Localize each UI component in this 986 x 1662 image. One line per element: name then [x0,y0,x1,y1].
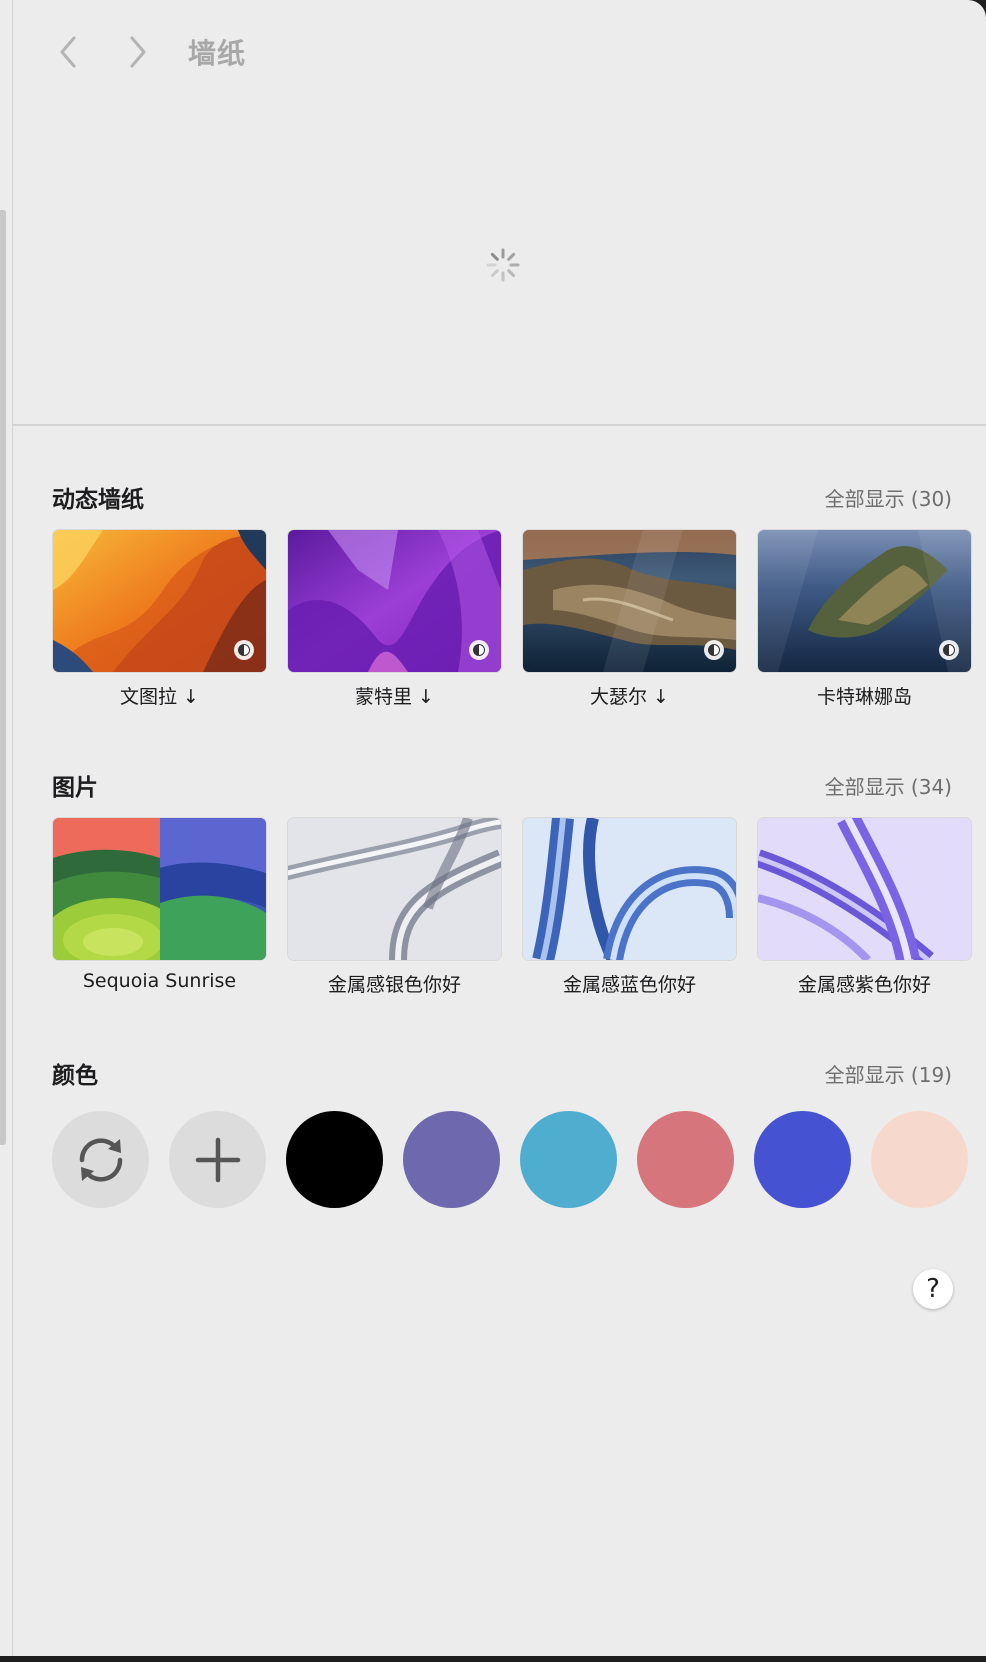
wallpaper-big-sur[interactable]: 大瑟尔 ↓ [523,530,736,709]
wallpaper-hello-silver[interactable]: 金属感银色你好 [288,818,501,997]
color-swatch-rose[interactable] [637,1111,734,1208]
wallpaper-thumbnail [288,818,501,960]
refresh-icon [79,1137,122,1182]
wallpaper-hello-purple[interactable]: 金属感紫色你好 [758,818,971,997]
loading-spinner-icon [486,248,520,282]
wallpaper-thumbnail [758,818,971,960]
wallpaper-label: 金属感蓝色你好 [562,974,696,996]
wallpaper-label: 金属感银色你好 [327,974,461,996]
download-icon[interactable]: ↓ [183,686,199,708]
dynamic-wallpapers-title: 动态墙纸 [52,487,144,513]
wallpaper-catalina[interactable]: 卡特琳娜岛 [758,530,971,709]
download-icon[interactable]: ↓ [653,686,669,708]
wallpaper-thumbnail [523,530,736,672]
colors-title: 颜色 [52,1063,98,1089]
plus-icon [195,1137,240,1182]
pictures-show-all-button[interactable]: 全部显示 (34) [825,771,952,800]
dynamic-show-all-button[interactable]: 全部显示 (30) [825,483,952,512]
wallpaper-hello-blue[interactable]: 金属感蓝色你好 [523,818,736,997]
wallpaper-thumbnail [53,818,266,960]
wallpaper-thumbnail [288,530,501,672]
wallpaper-thumbnail [53,530,266,672]
dynamic-indicator-icon [469,640,489,660]
add-color-button[interactable] [169,1111,266,1208]
back-button[interactable] [48,30,88,74]
color-swatch-black[interactable] [286,1111,383,1208]
dynamic-indicator-icon [704,640,724,660]
section-divider [13,424,986,426]
wallpaper-label: 大瑟尔 [590,686,648,708]
colors-show-all-button[interactable]: 全部显示 (19) [825,1059,952,1088]
auto-rotate-color-button[interactable] [52,1111,149,1208]
color-swatch-cyan[interactable] [520,1111,617,1208]
color-swatch-peach[interactable] [871,1111,968,1208]
wallpaper-label: 蒙特里 [355,686,413,708]
wallpaper-label: 文图拉 [120,686,178,708]
page-title: 墙纸 [188,37,247,70]
wallpaper-thumbnail [758,530,971,672]
dynamic-indicator-icon [234,640,254,660]
wallpaper-sequoia-sunrise[interactable]: Sequoia Sunrise [53,818,266,992]
wallpaper-label: Sequoia Sunrise [82,970,237,992]
color-swatch-purple[interactable] [403,1111,500,1208]
dynamic-indicator-icon [939,640,959,660]
wallpaper-label: 卡特琳娜岛 [816,686,912,708]
wallpaper-monterey[interactable]: 蒙特里 ↓ [288,530,501,709]
wallpaper-settings-window: 墙纸 动态墙纸 全部显示 (30) 文图拉 ↓ 蒙特里 ↓ 大瑟尔 ↓ 卡特琳娜… [0,0,986,1656]
color-swatch-blue[interactable] [754,1111,851,1208]
pictures-title: 图片 [52,775,98,801]
forward-button[interactable] [118,30,158,74]
wallpaper-thumbnail [523,818,736,960]
download-icon[interactable]: ↓ [418,686,434,708]
wallpaper-ventura[interactable]: 文图拉 ↓ [53,530,266,709]
chevron-left-icon [60,36,76,68]
wallpaper-label: 金属感紫色你好 [797,974,931,996]
help-button[interactable]: ? [913,1269,953,1309]
chevron-right-icon [130,36,146,68]
sidebar-edge [0,210,6,1145]
